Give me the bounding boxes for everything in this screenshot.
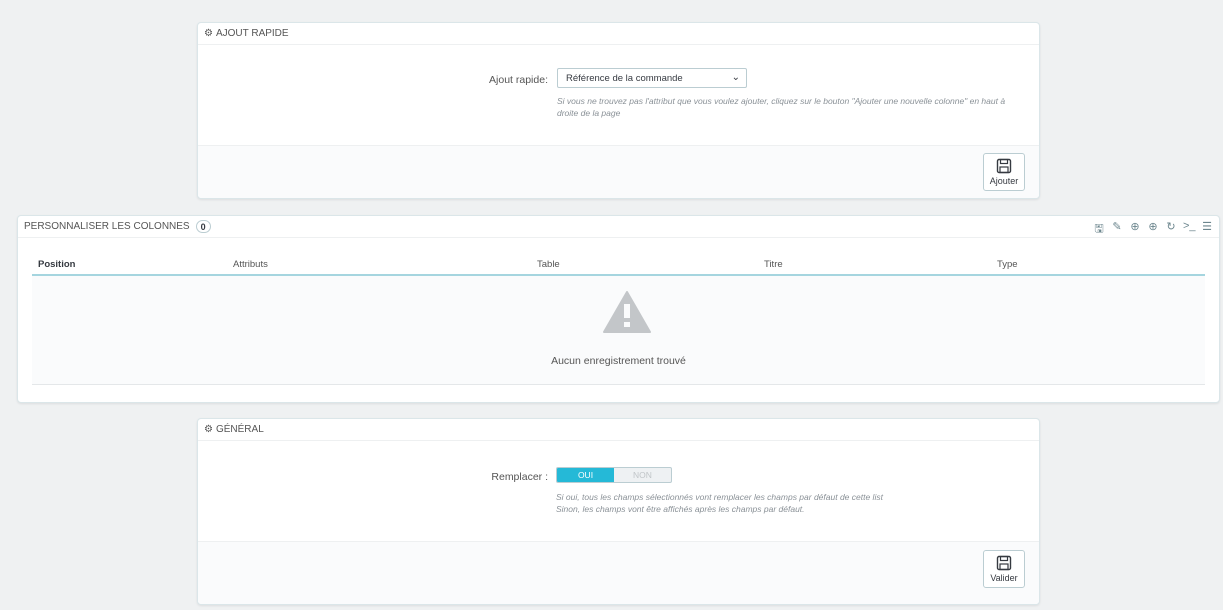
quick-add-heading: ⚙ AJOUT RAPIDE — [198, 23, 1039, 45]
edit-icon[interactable]: ✎ — [1111, 220, 1123, 239]
header-title[interactable]: Titre — [764, 259, 783, 270]
save-icon[interactable]: 🖫 — [1093, 220, 1105, 239]
replace-help-line2: Sinon, les champs vont être affichés apr… — [556, 504, 805, 514]
add-button[interactable]: Ajouter — [983, 153, 1025, 191]
header-position[interactable]: Position — [38, 259, 75, 270]
chevron-down-icon: ⌄ — [731, 72, 740, 83]
warning-icon — [603, 291, 651, 333]
columns-title: PERSONNALISER LES COLONNES — [24, 220, 190, 232]
download-icon[interactable]: ⊕ — [1129, 220, 1141, 239]
empty-state: Aucun enregistrement trouvé — [32, 276, 1205, 384]
quick-add-selected: Référence de la commande — [566, 72, 683, 84]
columns-panel: PERSONNALISER LES COLONNES 0 🖫 ✎ ⊕ ⊕ ↻ >… — [17, 215, 1220, 403]
quick-add-select[interactable]: Référence de la commande ⌄ — [557, 68, 747, 88]
quick-add-help-line2: droite de la page — [557, 108, 621, 118]
quick-add-help: Si vous ne trouvez pas l'attribut que vo… — [557, 95, 1027, 119]
replace-help-line1: Si oui, tous les champs sélectionnés von… — [556, 492, 883, 502]
database-icon[interactable]: ☰ — [1201, 220, 1213, 239]
quick-add-footer: Ajouter — [198, 145, 1039, 198]
columns-count-badge: 0 — [195, 220, 211, 233]
floppy-disk-icon — [996, 158, 1012, 174]
replace-help: Si oui, tous les champs sélectionnés von… — [556, 491, 1026, 515]
replace-label: Remplacer : — [491, 471, 548, 483]
columns-heading: PERSONNALISER LES COLONNES 0 — [18, 216, 1219, 238]
columns-toolbar: 🖫 ✎ ⊕ ⊕ ↻ >_ ☰ — [1093, 220, 1213, 239]
header-table[interactable]: Table — [537, 259, 560, 270]
switch-on[interactable]: OUI — [557, 468, 614, 482]
empty-text: Aucun enregistrement trouvé — [551, 355, 686, 367]
validate-button[interactable]: Valider — [983, 550, 1025, 588]
general-footer: Valider — [198, 541, 1039, 604]
floppy-disk-icon — [996, 555, 1012, 571]
refresh-icon[interactable]: ↻ — [1165, 220, 1177, 239]
table-bottom-divider — [32, 384, 1205, 385]
general-panel: ⚙ GÉNÉRAL Remplacer : OUI NON Si oui, to… — [197, 418, 1040, 605]
header-attributes[interactable]: Attributs — [233, 259, 268, 270]
cogs-icon: ⚙ — [204, 27, 213, 39]
quick-add-help-line1: Si vous ne trouvez pas l'attribut que vo… — [557, 96, 1006, 106]
add-button-label: Ajouter — [989, 176, 1019, 186]
add-icon[interactable]: ⊕ — [1147, 220, 1159, 239]
general-title: GÉNÉRAL — [215, 423, 264, 435]
terminal-icon[interactable]: >_ — [1183, 220, 1196, 239]
quick-add-title: AJOUT RAPIDE — [215, 27, 289, 39]
quick-add-label: Ajout rapide: — [489, 74, 548, 86]
general-heading: ⚙ GÉNÉRAL — [198, 419, 1039, 441]
validate-button-label: Valider — [990, 573, 1018, 583]
header-type[interactable]: Type — [997, 259, 1018, 270]
quick-add-panel: ⚙ AJOUT RAPIDE Ajout rapide: Référence d… — [197, 22, 1040, 199]
switch-off[interactable]: NON — [614, 468, 671, 482]
replace-switch[interactable]: OUI NON — [556, 467, 672, 483]
cogs-icon: ⚙ — [204, 423, 213, 435]
